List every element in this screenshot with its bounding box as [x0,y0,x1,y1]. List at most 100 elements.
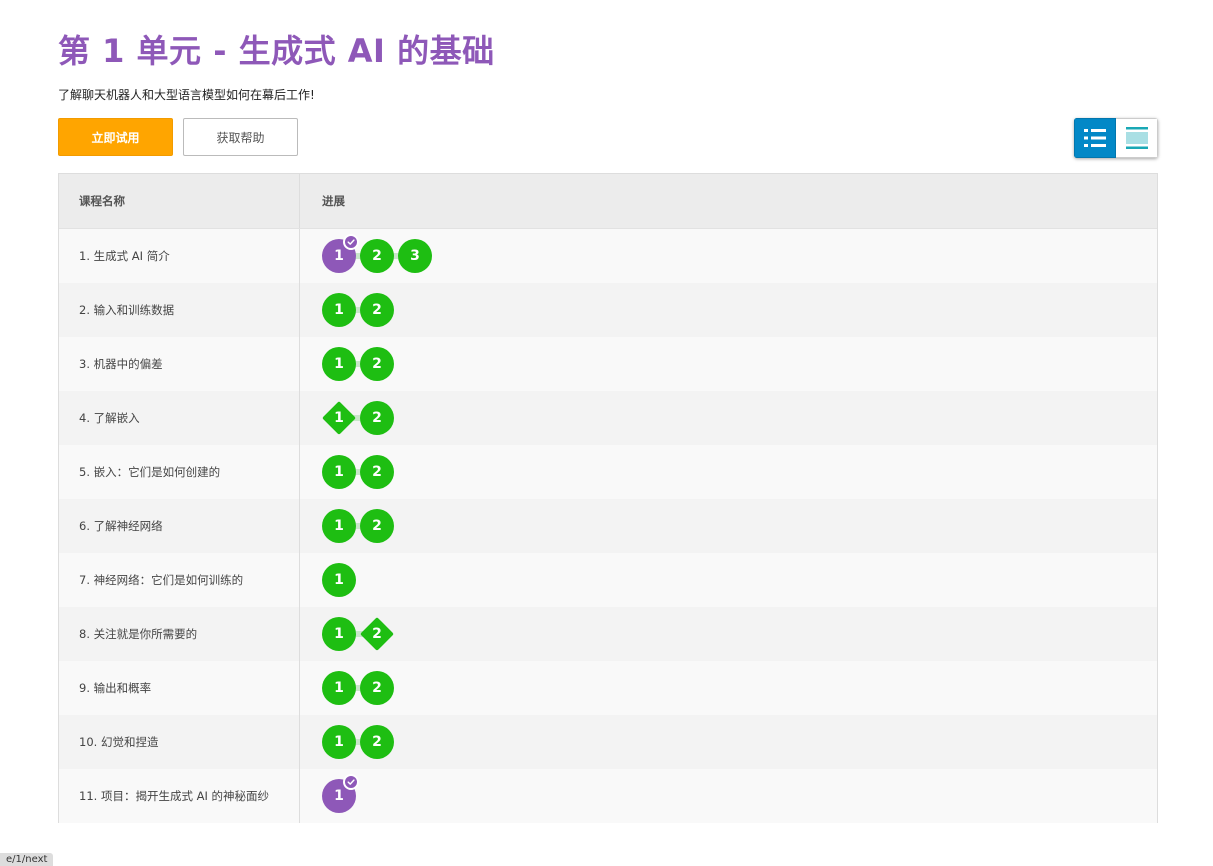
table-row: 5. 嵌入：它们是如何创建的 1 2 [59,445,1157,499]
step-number: 2 [372,464,382,480]
lesson-name[interactable]: 2. 输入和训练数据 [59,283,300,337]
table-body: 1. 生成式 AI 简介 1 2 3 2. 输入和训练数据 1 2 3. 机器中的偏差 1 2 4.… [59,229,1157,823]
table-row: 3. 机器中的偏差 1 2 [59,337,1157,391]
progress-step[interactable]: 2 [360,401,394,435]
lesson-name[interactable]: 9. 输出和概率 [59,661,300,715]
progress-step[interactable]: 1 [322,401,356,435]
lesson-name[interactable]: 10. 幻觉和捏造 [59,715,300,769]
step-number: 1 [334,356,344,372]
table-header: 课程名称 进展 [59,174,1157,229]
step-number: 1 [334,248,344,264]
progress-step[interactable]: 2 [360,347,394,381]
progress-step[interactable]: 2 [360,293,394,327]
lesson-progress: 12 [300,283,1157,337]
step-number: 2 [372,410,382,426]
progress-step[interactable]: 1 [322,563,356,597]
table-row: 6. 了解神经网络 1 2 [59,499,1157,553]
progress-step[interactable]: 1 [322,671,356,705]
lesson-progress: 12 [300,391,1157,445]
checkmark-icon [343,234,359,250]
progress-step[interactable]: 1 [322,347,356,381]
table-row: 4. 了解嵌入 1 2 [59,391,1157,445]
url-status-badge: e/1/next [0,853,54,866]
lesson-name[interactable]: 5. 嵌入：它们是如何创建的 [59,445,300,499]
progress-steps: 12 [322,455,522,489]
grid-icon [1125,127,1148,149]
table-row: 11. 项目：揭开生成式 AI 的神秘面纱 1 [59,769,1157,823]
view-toggle [1074,118,1158,158]
progress-step[interactable]: 2 [360,239,394,273]
progress-steps: 1 2 3 [322,234,522,273]
progress-step[interactable]: 2 [360,617,394,651]
lesson-progress: 1 2 3 [300,229,1157,283]
lesson-progress: 12 [300,661,1157,715]
progress-step[interactable]: 1 [322,234,359,273]
step-number: 2 [372,680,382,696]
page-subtitle: 了解聊天机器人和大型语言模型如何在幕后工作! [58,88,315,102]
lesson-name[interactable]: 8. 关注就是你所需要的 [59,607,300,661]
checkmark-icon [343,774,359,790]
progress-steps: 12 [322,617,522,651]
step-number: 1 [334,788,344,804]
table-row: 2. 输入和训练数据 1 2 [59,283,1157,337]
lesson-progress: 12 [300,607,1157,661]
progress-step[interactable]: 1 [322,725,356,759]
step-number: 2 [372,248,382,264]
step-number: 2 [372,356,382,372]
lesson-progress: 12 [300,499,1157,553]
progress-step[interactable]: 1 [322,617,356,651]
progress-step[interactable]: 2 [360,455,394,489]
step-number: 1 [334,572,344,588]
lesson-name[interactable]: 7. 神经网络：它们是如何训练的 [59,553,300,607]
progress-step[interactable]: 1 [322,293,356,327]
table-row: 10. 幻觉和捏造 1 2 [59,715,1157,769]
lesson-name[interactable]: 11. 项目：揭开生成式 AI 的神秘面纱 [59,769,300,823]
progress-step[interactable]: 1 [322,455,356,489]
step-number: 1 [334,680,344,696]
card-view-button[interactable] [1116,118,1158,158]
step-number: 2 [372,302,382,318]
step-number: 1 [334,518,344,534]
progress-step[interactable]: 3 [398,239,432,273]
get-help-button[interactable]: 获取帮助 [183,118,298,156]
lesson-progress: 1 [300,769,1157,823]
lesson-progress: 12 [300,715,1157,769]
lesson-progress: 12 [300,337,1157,391]
step-number: 1 [334,734,344,750]
step-number: 2 [372,626,382,642]
lessons-table: 课程名称 进展 1. 生成式 AI 简介 1 2 3 2. 输入和训练数据 1 2 3. 机器… [58,173,1158,823]
progress-steps: 12 [322,509,522,543]
step-number: 1 [334,410,344,426]
progress-steps: 12 [322,401,522,435]
step-number: 2 [372,518,382,534]
try-now-button[interactable]: 立即试用 [58,118,173,156]
column-header-name: 课程名称 [59,174,300,228]
step-number: 1 [334,302,344,318]
table-row: 1. 生成式 AI 简介 1 2 3 [59,229,1157,283]
progress-step[interactable]: 2 [360,725,394,759]
list-view-button[interactable] [1074,118,1116,158]
progress-steps: 1 [322,774,522,813]
progress-step[interactable]: 2 [360,671,394,705]
progress-steps: 12 [322,347,522,381]
column-header-progress: 进展 [322,194,345,208]
progress-steps: 12 [322,293,522,327]
progress-steps: 12 [322,725,522,759]
progress-step[interactable]: 1 [322,774,359,813]
progress-steps: 12 [322,671,522,705]
table-row: 9. 输出和概率 1 2 [59,661,1157,715]
progress-step[interactable]: 1 [322,509,356,543]
step-number: 3 [410,248,420,264]
lesson-progress: 1 [300,553,1157,607]
lesson-progress: 12 [300,445,1157,499]
lesson-name[interactable]: 4. 了解嵌入 [59,391,300,445]
step-number: 1 [334,464,344,480]
lesson-name[interactable]: 3. 机器中的偏差 [59,337,300,391]
progress-step[interactable]: 2 [360,509,394,543]
list-icon [1084,129,1106,147]
step-number: 1 [334,626,344,642]
progress-steps: 1 [322,563,522,597]
lesson-name[interactable]: 6. 了解神经网络 [59,499,300,553]
lesson-name[interactable]: 1. 生成式 AI 简介 [59,229,300,283]
table-row: 7. 神经网络：它们是如何训练的 1 [59,553,1157,607]
